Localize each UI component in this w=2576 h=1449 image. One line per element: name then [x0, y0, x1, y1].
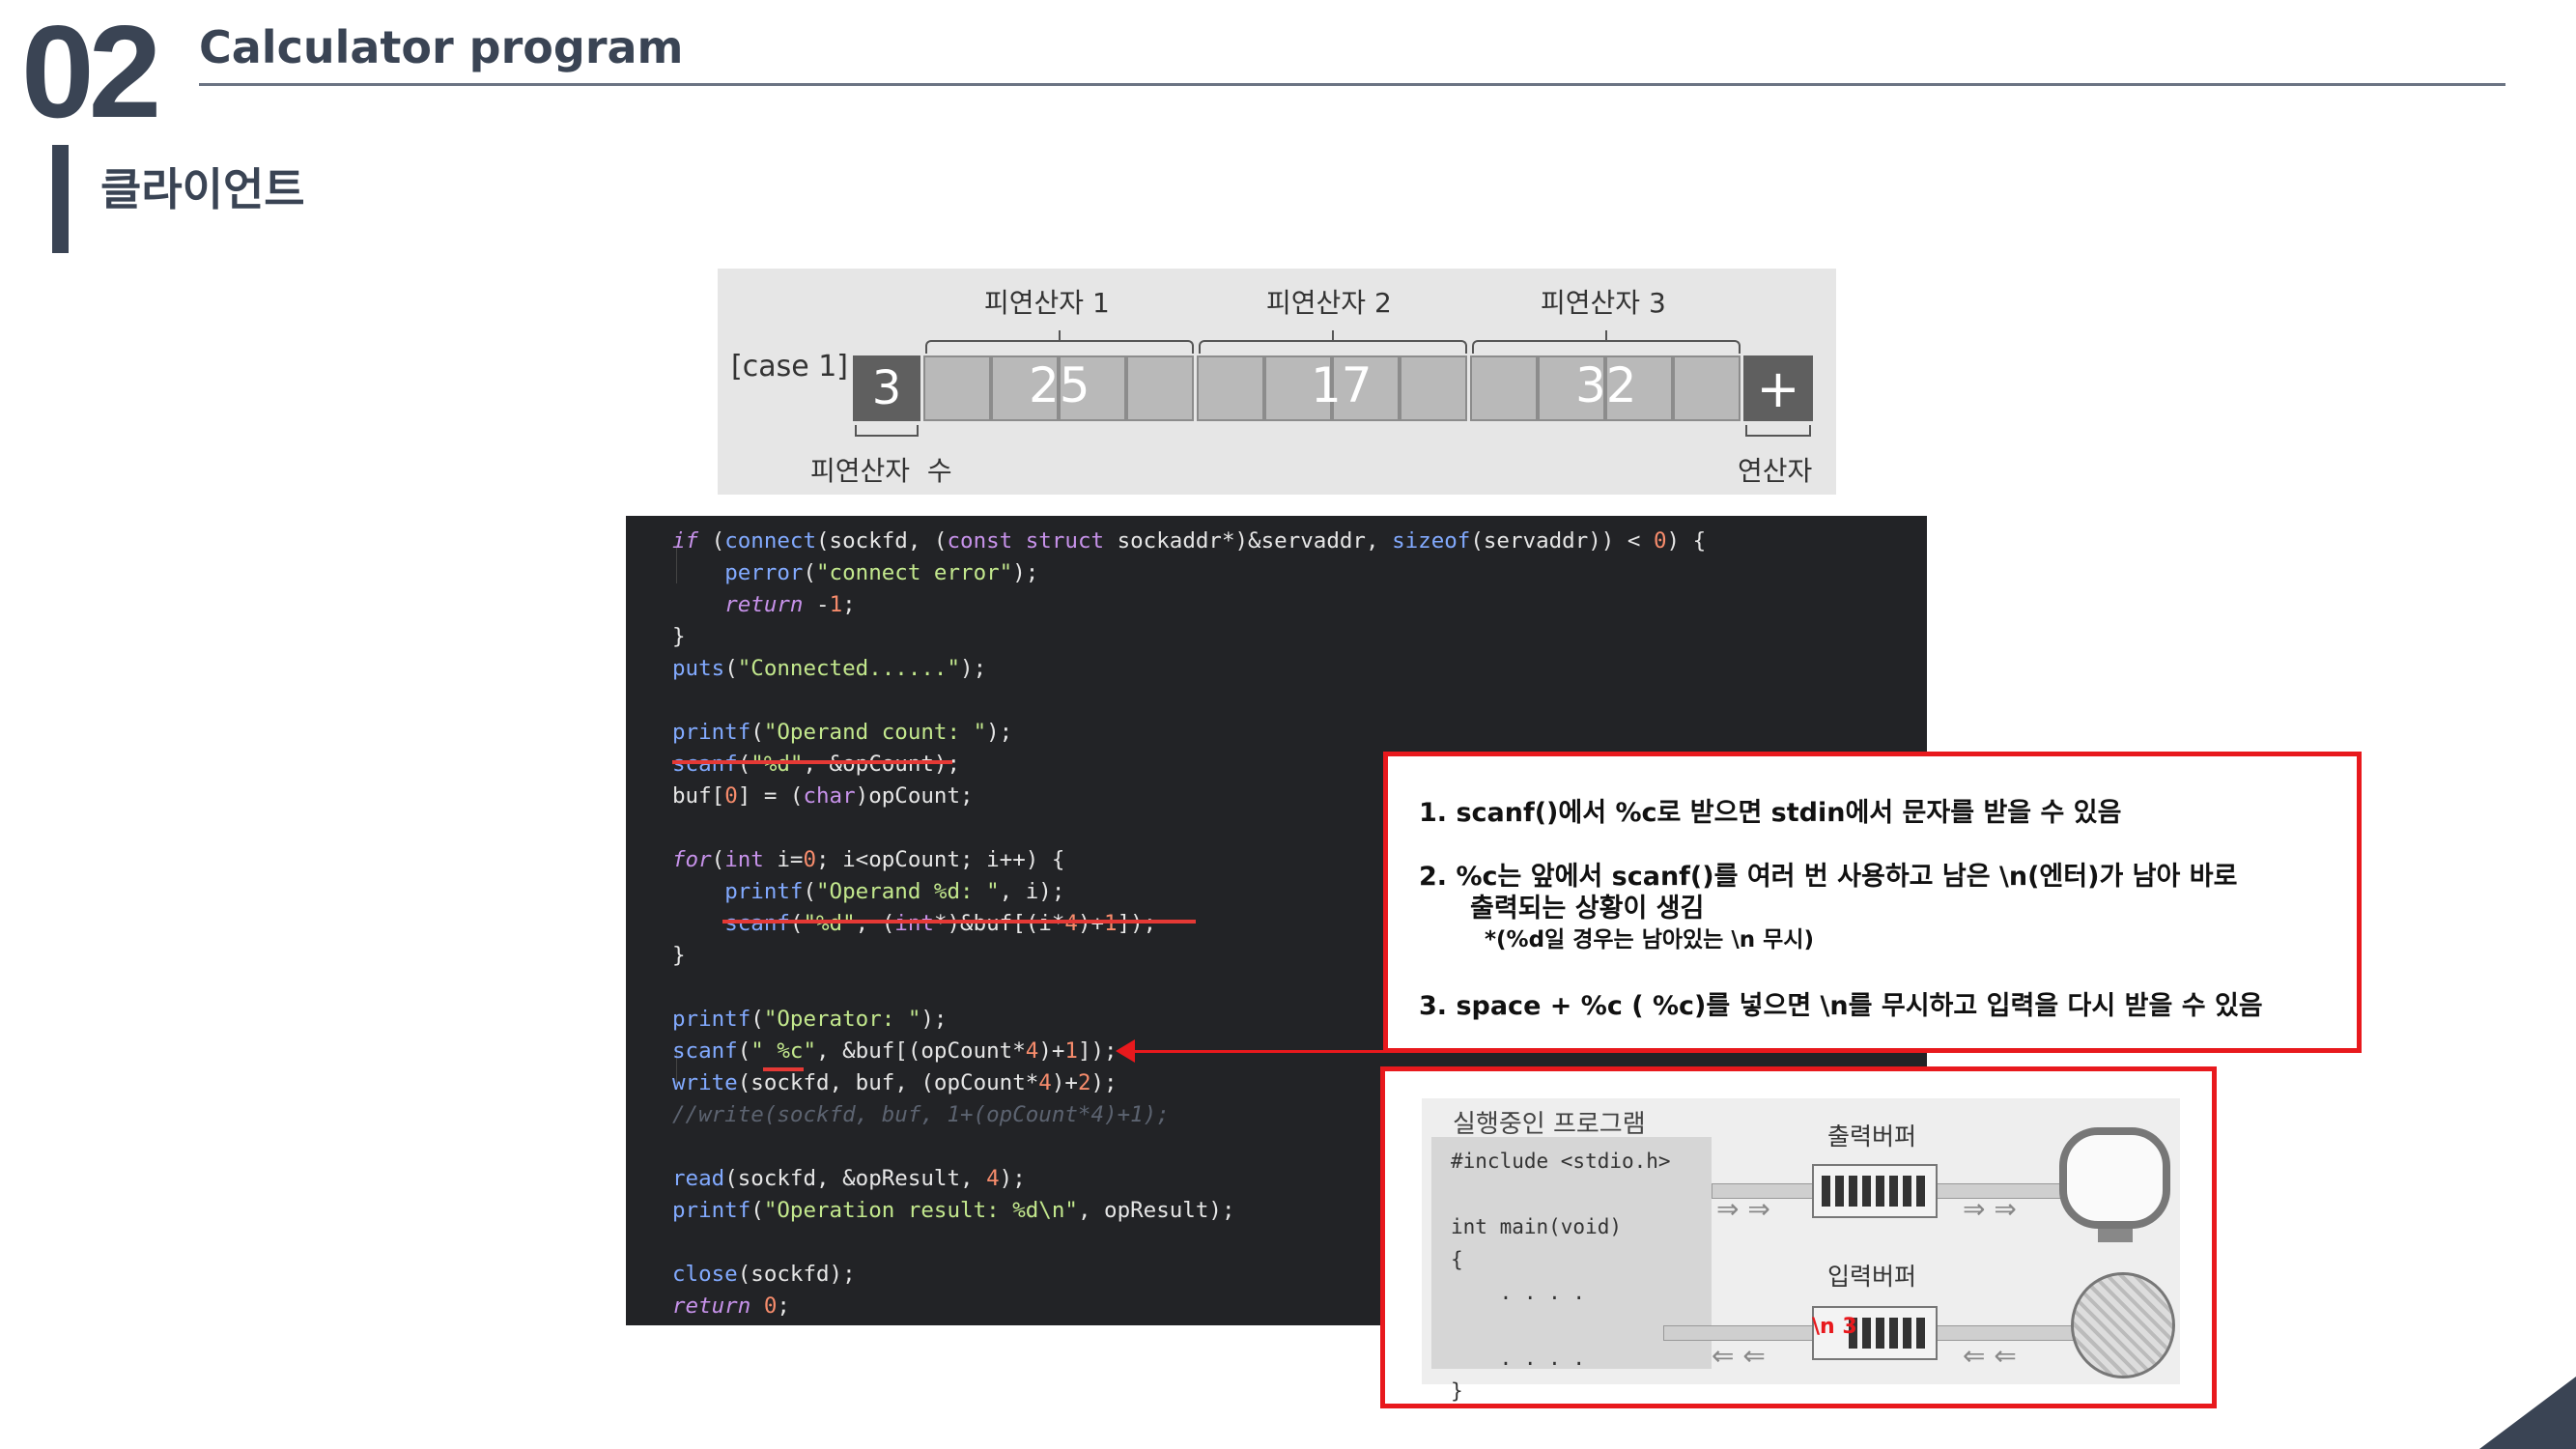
operand-2-value: 17	[1311, 357, 1373, 413]
operand-1-value: 25	[1029, 357, 1090, 413]
operand-2-label: 피연산자 2	[1266, 287, 1392, 319]
brace-tick	[1605, 330, 1607, 342]
page-title: Calculator program	[199, 21, 684, 73]
code-line: perror("connect error");	[724, 560, 1039, 585]
operand-count-cell: 3	[853, 355, 920, 421]
operand-3-brace	[1472, 340, 1741, 354]
pointer-line	[1120, 1050, 1401, 1053]
code-line: close(sockfd);	[672, 1262, 856, 1287]
input-buffer-annotation: \n 3	[1812, 1315, 1857, 1339]
operand-count-bracket	[855, 425, 919, 437]
input-arrows-icon: ⇐ ⇐	[1712, 1340, 1766, 1372]
note-item-2-continued: 출력되는 상황이 생김	[1470, 894, 1705, 923]
program-code: #include <stdio.h> int main(void) { . . …	[1451, 1150, 1671, 1403]
code-line: read(sockfd, &opResult, 4);	[672, 1166, 1026, 1191]
byte-cell	[1400, 355, 1467, 421]
input-arrows-icon: ⇐ ⇐	[1963, 1340, 2017, 1372]
code-line: scanf(" %c", &buf[(opCount*4)+1]);	[672, 1038, 1118, 1064]
code-line: printf("Operand count: ");	[672, 720, 1013, 745]
code-line: printf("Operand %d: ", i);	[724, 879, 1065, 904]
operand-3-label: 피연산자 3	[1541, 287, 1666, 319]
operand-2-brace	[1199, 340, 1467, 354]
operand-3-value: 32	[1575, 357, 1637, 413]
buffer-illustration: 실행중인 프로그램 #include <stdio.h> int main(vo…	[1422, 1098, 2180, 1403]
operand-count-value: 3	[871, 361, 902, 415]
code-line: return 0;	[672, 1293, 790, 1319]
page-subtitle: 클라이언트	[100, 163, 305, 215]
buffer-diagram: 실행중인 프로그램 #include <stdio.h> int main(vo…	[1380, 1066, 2217, 1408]
code-line: scanf("%d", (int*)&buf[(i*4)+1]);	[724, 911, 1157, 936]
code-line: }	[672, 624, 686, 649]
byte-cell	[1470, 355, 1538, 421]
operand-count-label: 피연산자 수	[810, 455, 952, 487]
output-arrows-icon: ⇒ ⇒	[1963, 1193, 2017, 1225]
code-line: scanf("%d", &opCount);	[672, 752, 961, 777]
code-line: puts("Connected......");	[672, 656, 987, 681]
byte-cell	[1126, 355, 1194, 421]
code-line: write(sockfd, buf, (opCount*4)+2);	[672, 1070, 1118, 1095]
corner-decoration	[2479, 1377, 2576, 1449]
code-line: //write(sockfd, buf, 1+(opCount*4)+1);	[672, 1102, 1170, 1127]
code-line: buf[0] = (char)opCount;	[672, 783, 974, 809]
note-item-2-sub: *(%d일 경우는 남아있는 \n 무시)	[1485, 927, 1814, 952]
byte-cell	[1197, 355, 1264, 421]
brace-tick	[1059, 330, 1061, 342]
case-diagram: [case 1] 3 25 17 32 + 피연산자 1 피연산자 2 피연산자…	[718, 269, 1836, 495]
code-line: if (connect(sockfd, (const struct sockad…	[672, 528, 1707, 554]
output-buffer	[1812, 1164, 1938, 1218]
highlight-underline	[672, 760, 952, 764]
code-line: }	[672, 943, 686, 968]
operator-value: +	[1756, 357, 1800, 419]
case-label: [case 1]	[731, 350, 848, 384]
code-line: printf("Operation result: %d\n", opResul…	[672, 1198, 1235, 1223]
pointer-arrowhead	[1116, 1039, 1135, 1063]
operand-1-brace	[925, 340, 1194, 354]
operand-1-label: 피연산자 1	[984, 287, 1110, 319]
section-number: 02	[21, 0, 161, 145]
output-arrows-icon: ⇒ ⇒	[1716, 1193, 1770, 1225]
monitor-icon	[2059, 1127, 2170, 1229]
byte-cell	[1673, 355, 1741, 421]
highlight-underline	[722, 920, 1196, 923]
note-item-1: 1. scanf()에서 %c로 받으면 stdin에서 문자를 받을 수 있음	[1419, 798, 2122, 828]
input-buffer-label: 입력버퍼	[1827, 1263, 1917, 1291]
highlight-underline	[763, 1067, 804, 1071]
operator-cell: +	[1743, 355, 1813, 421]
program-label: 실행중인 프로그램	[1453, 1110, 1646, 1139]
byte-cell	[923, 355, 991, 421]
keyboard-input-icon	[2071, 1272, 2175, 1378]
explanation-box: 1. scanf()에서 %c로 받으면 stdin에서 문자를 받을 수 있음…	[1383, 752, 2362, 1053]
note-item-3: 3. space + %c ( %c)를 넣으면 \n를 무시하고 입력을 다시…	[1419, 991, 2263, 1021]
brace-tick	[1332, 330, 1334, 342]
operator-label: 연산자	[1738, 455, 1813, 487]
operator-bracket	[1745, 425, 1811, 437]
title-divider	[199, 83, 2505, 86]
monitor-stand	[2098, 1229, 2133, 1242]
output-buffer-label: 출력버퍼	[1827, 1122, 1917, 1151]
code-line: printf("Operator: ");	[672, 1007, 948, 1032]
code-line: return -1;	[724, 592, 856, 617]
code-line: for(int i=0; i<opCount; i++) {	[672, 847, 1065, 872]
subtitle-accent-bar	[52, 145, 69, 253]
